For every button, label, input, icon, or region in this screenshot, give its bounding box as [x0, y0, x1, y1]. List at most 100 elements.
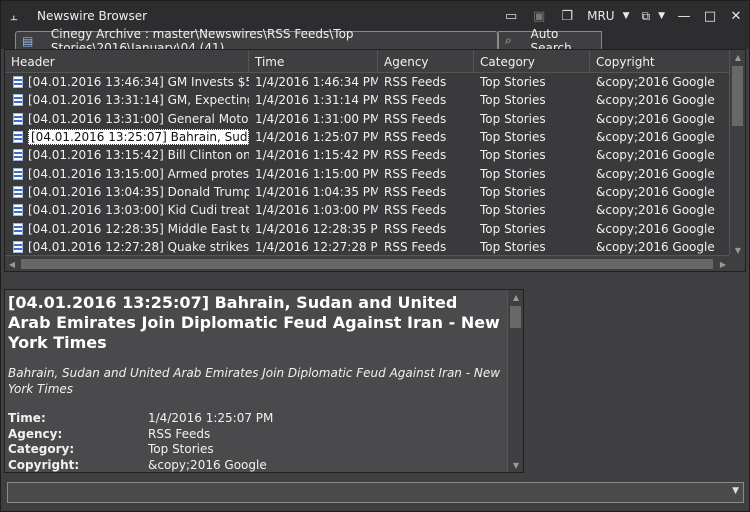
cell-header: [04.01.2016 13:15:00] Armed protesters r…: [5, 167, 249, 181]
column-header-category[interactable]: Category: [474, 50, 590, 73]
cell-copyright: &copy;2016 Google: [596, 75, 715, 90]
copy-icon: ❐: [561, 8, 573, 24]
preview-toggle-button[interactable]: ▭: [497, 4, 525, 28]
search-icon: ⌕: [505, 33, 512, 47]
document-icon: [13, 185, 23, 198]
cell-header: [04.01.2016 13:03:00] Kid Cudi treats fa…: [5, 203, 249, 217]
table-row[interactable]: [04.01.2016 13:15:00] Armed protesters r…: [5, 164, 730, 182]
cell-copyright: &copy;2016 Google: [596, 184, 715, 199]
grid-vertical-scrollbar[interactable]: ▲ ▼: [729, 50, 745, 257]
copy-button[interactable]: ❐: [553, 4, 581, 28]
cell-category: Top Stories: [480, 75, 546, 90]
scroll-thumb[interactable]: [21, 259, 713, 269]
document-icon: [13, 167, 23, 180]
table-row[interactable]: [04.01.2016 13:03:00] Kid Cudi treats fa…: [5, 201, 730, 219]
table-row[interactable]: [04.01.2016 13:31:00] General Motors inv…: [5, 110, 730, 128]
monitor-icon: ▭: [504, 8, 518, 24]
cell-agency: RSS Feeds: [384, 93, 447, 108]
cell-time: 1/4/2016 1:04:35 PM: [255, 184, 378, 199]
meta-row: Time: 1/4/2016 1:25:07 PM: [8, 411, 504, 427]
table-row[interactable]: [04.01.2016 12:28:35] Middle East tensio…: [5, 219, 730, 237]
scroll-up-icon[interactable]: ▲: [730, 50, 745, 64]
meta-key: Copyright:: [8, 457, 80, 472]
meta-row: Agency: RSS Feeds: [8, 427, 504, 443]
chevron-down-icon: ▼: [622, 11, 630, 21]
grid-horizontal-scrollbar[interactable]: ◀ ▶: [5, 255, 730, 271]
cell-category: Top Stories: [480, 239, 546, 254]
scroll-down-icon[interactable]: ▼: [508, 458, 523, 472]
cell-copyright: &copy;2016 Google: [596, 203, 715, 218]
table-row[interactable]: [04.01.2016 12:27:28] Quake strikes nort…: [5, 238, 730, 256]
column-header-agency[interactable]: Agency: [378, 50, 474, 73]
cell-header: [04.01.2016 13:04:35] Donald Trump's Fir…: [5, 185, 249, 199]
chevron-down-icon[interactable]: ▼: [732, 486, 739, 496]
scroll-up-icon[interactable]: ▲: [508, 290, 523, 304]
cell-header-text: [04.01.2016 13:03:00] Kid Cudi treats fa…: [28, 203, 249, 218]
meta-row: Copyright: &copy;2016 Google: [8, 458, 504, 473]
right-pane: [525, 289, 746, 473]
detail-subtitle: Bahrain, Sudan and United Arab Emirates …: [8, 366, 501, 396]
scroll-thumb[interactable]: [510, 306, 521, 328]
cell-time: 1/4/2016 1:03:00 PM: [255, 203, 378, 218]
pin-icon[interactable]: ⫠: [1, 1, 27, 31]
cell-agency: RSS Feeds: [384, 221, 447, 236]
cell-header-text: [04.01.2016 13:04:35] Donald Trump's Fir…: [28, 184, 249, 199]
table-row[interactable]: [04.01.2016 13:15:42] Bill Clinton on th…: [5, 146, 730, 164]
window-title: Newswire Browser: [37, 9, 148, 23]
table-row[interactable]: [04.01.2016 13:04:35] Donald Trump's Fir…: [5, 183, 730, 201]
column-header-copyright[interactable]: Copyright: [590, 50, 730, 73]
document-icon: [13, 112, 23, 125]
detail-title: [04.01.2016 13:25:07] Bahrain, Sudan and…: [8, 293, 500, 352]
cell-copyright: &copy;2016 Google: [596, 130, 715, 145]
cell-category: Top Stories: [480, 203, 546, 218]
scroll-right-icon[interactable]: ▶: [716, 256, 730, 271]
save-button[interactable]: ▣: [525, 4, 553, 28]
grid-header: Header Time Agency Category Copyright: [5, 50, 730, 73]
detail-meta: Time: 1/4/2016 1:25:07 PM Agency: RSS Feeds…: [8, 411, 504, 472]
cell-time: 1/4/2016 1:25:07 PM: [255, 130, 378, 145]
cell-time: 1/4/2016 1:31:14 PM: [255, 93, 378, 108]
table-row[interactable]: [04.01.2016 13:25:07] Bahrain, Sudan and…: [5, 128, 730, 146]
document-icon: [13, 240, 23, 253]
cell-time: 1/4/2016 1:15:42 PM: [255, 148, 378, 163]
maximize-button[interactable]: □: [697, 1, 723, 31]
tab-archive[interactable]: ▤ Cinegy Archive : master\Newswires\RSS …: [15, 27, 498, 55]
tab-auto-search[interactable]: ⌕ Auto Search: [498, 27, 602, 55]
column-header-header[interactable]: Header: [5, 50, 249, 73]
detail-vertical-scrollbar[interactable]: ▲ ▼: [507, 290, 523, 472]
table-row[interactable]: [04.01.2016 13:46:34] GM Invests $500 Mi…: [5, 73, 730, 91]
cell-category: Top Stories: [480, 166, 546, 181]
mru-dropdown[interactable]: MRU ▼: [581, 4, 635, 28]
cell-agency: RSS Feeds: [384, 130, 447, 145]
cell-header: [04.01.2016 13:25:07] Bahrain, Sudan and…: [5, 129, 249, 146]
scroll-left-icon[interactable]: ◀: [5, 256, 19, 271]
close-button[interactable]: ✕: [723, 1, 749, 31]
newswire-browser-window: ⫠ Newswire Browser ▭ ▣ ❐ MRU ▼ ⧉ ▼ — □ ✕…: [0, 0, 750, 512]
layout-dropdown[interactable]: ⧉ ▼: [636, 4, 672, 28]
cell-header: [04.01.2016 13:31:14] GM, Expecting Rapi…: [5, 93, 249, 107]
document-icon: [13, 131, 23, 144]
cell-time: 1/4/2016 1:46:34 PM: [255, 75, 378, 90]
newswire-grid: Header Time Agency Category Copyright [0…: [4, 49, 746, 272]
grid-rows: [04.01.2016 13:46:34] GM Invests $500 Mi…: [5, 73, 730, 271]
cell-time: 1/4/2016 1:15:00 PM: [255, 166, 378, 181]
cell-header-text: [04.01.2016 13:31:00] General Motors inv…: [28, 111, 249, 126]
meta-key: Category:: [8, 442, 75, 456]
column-header-time[interactable]: Time: [249, 50, 378, 73]
table-row[interactable]: [04.01.2016 13:31:14] GM, Expecting Rapi…: [5, 91, 730, 109]
bottom-combobox[interactable]: ▼: [7, 482, 744, 503]
cell-header: [04.01.2016 13:31:00] General Motors inv…: [5, 112, 249, 126]
cell-agency: RSS Feeds: [384, 166, 447, 181]
cell-time: 1/4/2016 12:28:35 PM: [255, 221, 378, 236]
cell-header-text: [04.01.2016 13:46:34] GM Invests $500 Mi…: [28, 75, 249, 90]
cell-copyright: &copy;2016 Google: [596, 111, 715, 126]
meta-key: Time:: [8, 411, 46, 425]
minimize-button[interactable]: —: [671, 1, 697, 31]
cell-time: 1/4/2016 1:31:00 PM: [255, 111, 378, 126]
meta-value: 1/4/2016 1:25:07 PM: [148, 411, 274, 425]
chevron-down-icon: ▼: [658, 11, 665, 21]
cell-header-text: [04.01.2016 13:31:14] GM, Expecting Rapi…: [28, 93, 249, 108]
document-icon: [13, 94, 23, 107]
scroll-thumb[interactable]: [732, 66, 743, 126]
cell-category: Top Stories: [480, 130, 546, 145]
